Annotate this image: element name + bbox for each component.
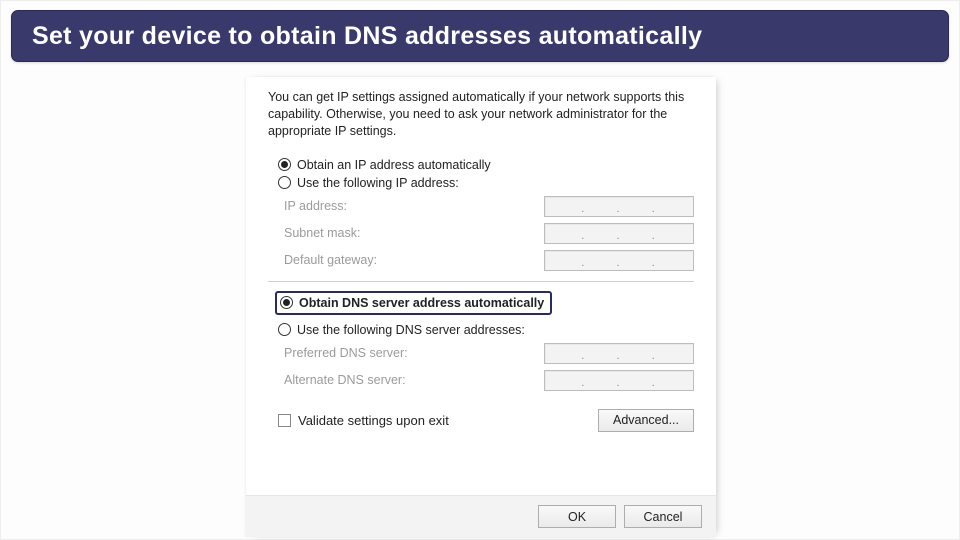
dns-fields: Preferred DNS server: ... Alternate DNS … — [284, 343, 694, 391]
subnet-mask-input[interactable]: ... — [544, 223, 694, 244]
field-ip-address: IP address: ... — [284, 196, 694, 217]
button-label: Advanced... — [613, 413, 679, 427]
field-label: Subnet mask: — [284, 226, 360, 240]
default-gateway-input[interactable]: ... — [544, 250, 694, 271]
cancel-button[interactable]: Cancel — [624, 505, 702, 528]
separator — [268, 281, 694, 283]
dialog-button-bar: OK Cancel — [246, 495, 716, 537]
radio-obtain-ip-auto[interactable]: Obtain an IP address automatically — [278, 158, 694, 172]
preferred-dns-input[interactable]: ... — [544, 343, 694, 364]
radio-label: Use the following DNS server addresses: — [297, 323, 525, 337]
checkbox-icon — [278, 414, 291, 427]
radio-icon — [278, 323, 291, 336]
field-label: IP address: — [284, 199, 347, 213]
checkbox-label: Validate settings upon exit — [298, 413, 449, 428]
radio-label: Use the following IP address: — [297, 176, 459, 190]
radio-icon — [278, 176, 291, 189]
ok-button[interactable]: OK — [538, 505, 616, 528]
ip-address-input[interactable]: ... — [544, 196, 694, 217]
field-default-gateway: Default gateway: ... — [284, 250, 694, 271]
field-preferred-dns: Preferred DNS server: ... — [284, 343, 694, 364]
button-label: Cancel — [644, 510, 683, 524]
radio-use-dns-manual[interactable]: Use the following DNS server addresses: — [278, 323, 694, 337]
field-label: Preferred DNS server: — [284, 346, 408, 360]
radio-label: Obtain an IP address automatically — [297, 158, 491, 172]
validate-settings-checkbox[interactable]: Validate settings upon exit — [278, 413, 449, 428]
bottom-row: Validate settings upon exit Advanced... — [268, 409, 694, 432]
ip-fields: IP address: ... Subnet mask: ... Default… — [284, 196, 694, 271]
radio-obtain-dns-auto[interactable]: Obtain DNS server address automatically — [275, 291, 552, 315]
advanced-button[interactable]: Advanced... — [598, 409, 694, 432]
field-alternate-dns: Alternate DNS server: ... — [284, 370, 694, 391]
radio-icon — [278, 158, 291, 171]
ip-group: Obtain an IP address automatically Use t… — [268, 158, 694, 271]
radio-use-ip-manual[interactable]: Use the following IP address: — [278, 176, 694, 190]
field-subnet-mask: Subnet mask: ... — [284, 223, 694, 244]
instruction-banner: Set your device to obtain DNS addresses … — [11, 10, 949, 62]
dns-group: Obtain DNS server address automatically … — [268, 287, 694, 391]
button-label: OK — [568, 510, 586, 524]
ipv4-properties-dialog: You can get IP settings assigned automat… — [246, 77, 716, 537]
radio-label: Obtain DNS server address automatically — [299, 296, 544, 310]
field-label: Default gateway: — [284, 253, 377, 267]
alternate-dns-input[interactable]: ... — [544, 370, 694, 391]
instruction-banner-text: Set your device to obtain DNS addresses … — [32, 22, 702, 51]
radio-icon — [280, 296, 293, 309]
field-label: Alternate DNS server: — [284, 373, 406, 387]
help-text: You can get IP settings assigned automat… — [268, 89, 694, 140]
